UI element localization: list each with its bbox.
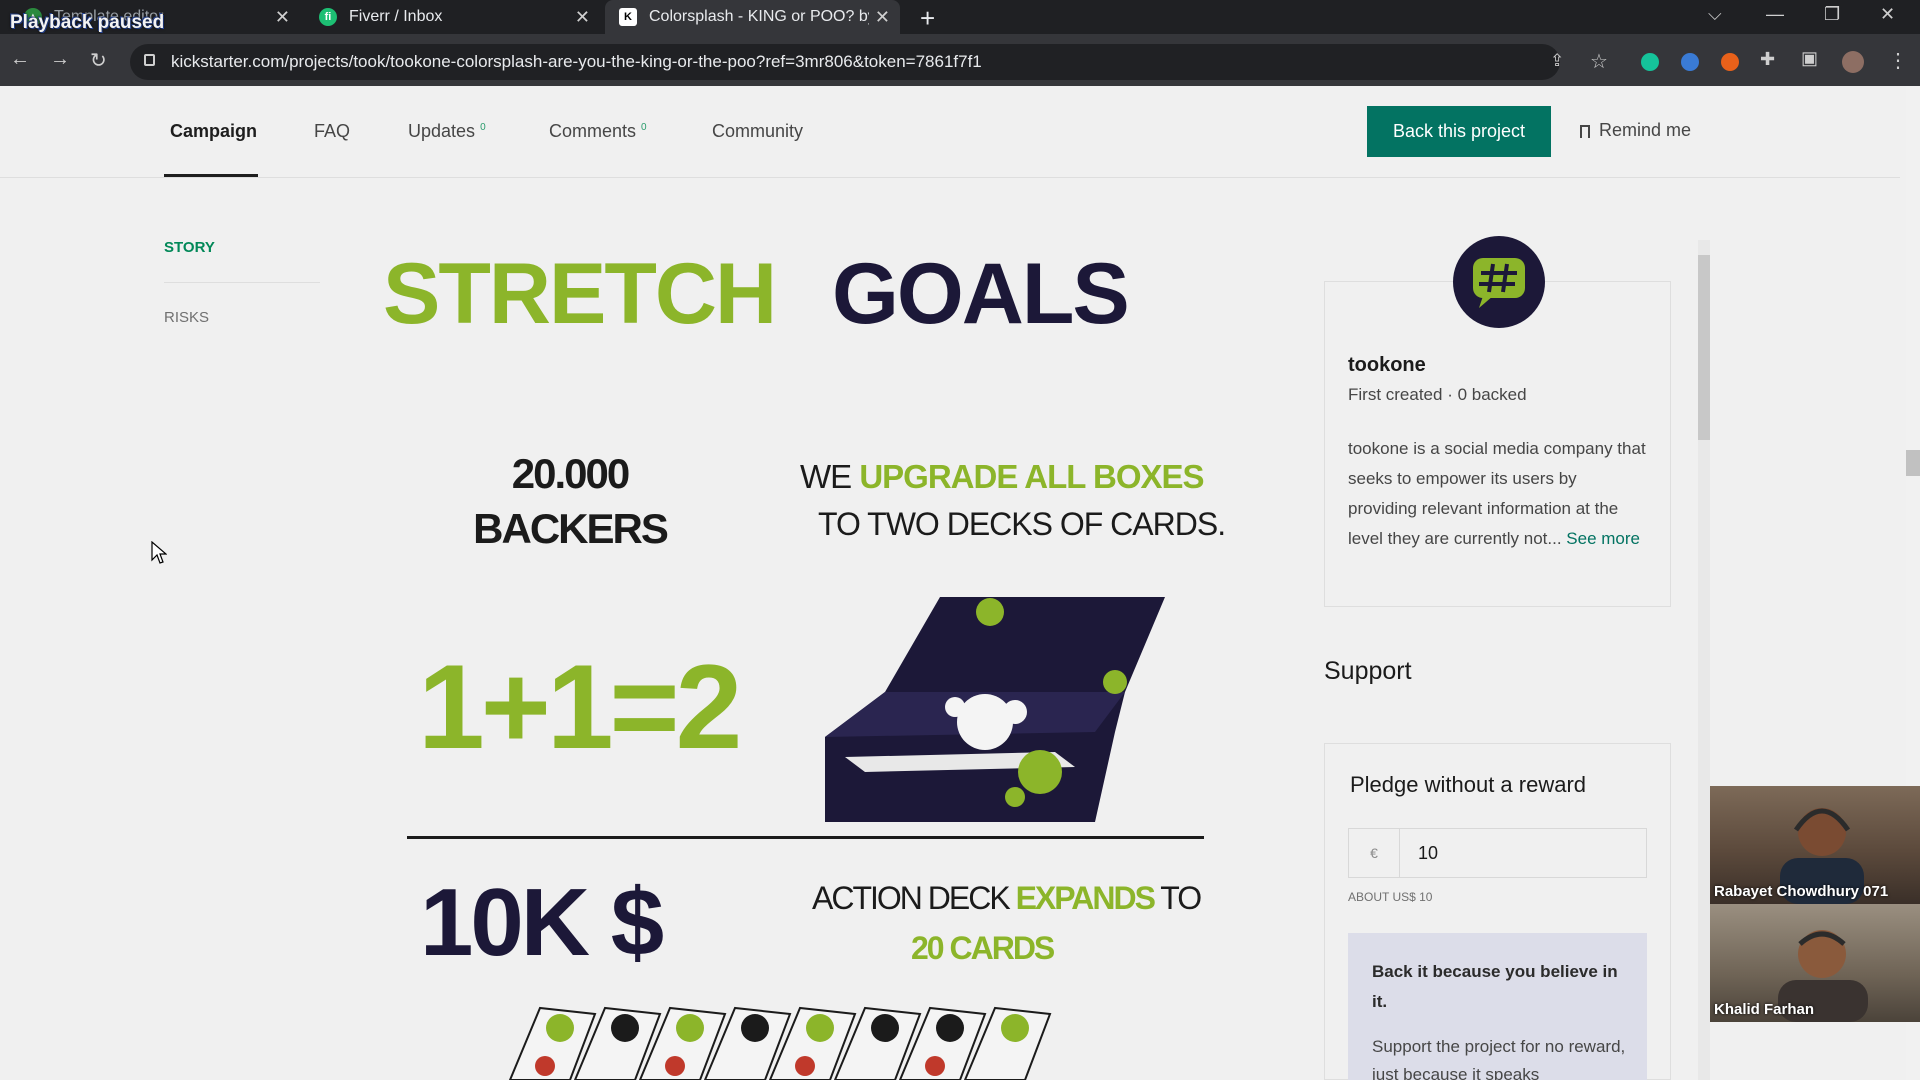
tab-fiverr-inbox[interactable]: fi Fiverr / Inbox ✕ xyxy=(305,0,600,34)
remind-me-button[interactable]: Remind me xyxy=(1580,120,1691,141)
goal2-text-highlight: EXPANDS xyxy=(1015,880,1156,916)
close-window-icon[interactable]: ✕ xyxy=(1880,4,1895,25)
support-heading: Support xyxy=(1324,657,1412,685)
goal1-unit: BACKERS xyxy=(473,505,669,552)
comments-count: 0 xyxy=(641,122,647,133)
currency-symbol: € xyxy=(1348,828,1400,878)
tab-label: Updates xyxy=(408,121,476,141)
share-icon[interactable]: ⇪ xyxy=(1550,51,1564,71)
goal2-description-line2: 20 CARDS xyxy=(911,930,1055,966)
kickstarter-favicon-icon: K xyxy=(619,8,637,26)
goal1-text-highlight: UPGRADE ALL BOXES xyxy=(859,458,1204,495)
translate-extension-icon[interactable] xyxy=(1681,53,1699,71)
extension-icon[interactable] xyxy=(1721,53,1739,71)
see-more-link[interactable]: See more xyxy=(1566,529,1640,548)
new-tab-icon[interactable]: + xyxy=(920,3,935,34)
tab-label: FAQ xyxy=(314,121,351,141)
pledge-amount-input[interactable] xyxy=(1399,828,1647,878)
tab-search-icon[interactable]: ⌵ xyxy=(1708,4,1722,25)
sidebar-divider xyxy=(164,282,320,283)
back-this-project-button[interactable]: Back this project xyxy=(1367,106,1551,157)
bookmark-star-icon[interactable]: ☆ xyxy=(1590,49,1608,74)
minimize-icon[interactable]: — xyxy=(1766,4,1784,25)
graphic-title-goals: GOALS xyxy=(832,246,1130,342)
tab-faq[interactable]: FAQ xyxy=(314,121,350,142)
goal2-text-to: TO xyxy=(1160,880,1202,916)
goal1-number: 20.000 xyxy=(511,450,630,497)
restore-icon[interactable]: ❐ xyxy=(1824,4,1840,25)
tab-title: Colorsplash - KING or POO? by t xyxy=(649,8,869,25)
creator-bio: tookone is a social media company that s… xyxy=(1348,434,1648,554)
tab-label: Campaign xyxy=(170,121,258,141)
grammarly-extension-icon[interactable] xyxy=(1641,53,1659,71)
creator-stats: First created · 0 backed xyxy=(1348,385,1527,404)
tab-community[interactable]: Community xyxy=(712,121,803,142)
goal2-text-a: ACTION DECK xyxy=(812,880,1011,916)
graphic-divider xyxy=(407,836,1204,839)
action-cards-illustration xyxy=(508,1006,1052,1080)
pledge-info-text: Support the project for no reward, just … xyxy=(1372,1037,1626,1080)
pledge-info-heading: Back it because you believe in it. xyxy=(1372,962,1618,1011)
video-tile: Khalid Farhan xyxy=(1710,904,1920,1022)
graphic-title-stretch: STRETCH xyxy=(383,246,777,342)
playback-paused-label: Playback paused xyxy=(10,12,165,33)
tab-label: Comments xyxy=(549,121,637,141)
tab-updates[interactable]: Updates 0 xyxy=(408,121,486,142)
extensions-puzzle-icon[interactable]: ✚ xyxy=(1760,49,1775,70)
close-tab-icon[interactable]: ✕ xyxy=(275,7,290,28)
back-icon[interactable]: ← xyxy=(10,48,30,71)
goal1-text-we: WE xyxy=(800,458,852,495)
creator-name[interactable]: tookone xyxy=(1348,354,1426,377)
active-tab-indicator xyxy=(164,174,258,177)
sidebar-link-story[interactable]: STORY xyxy=(164,239,215,256)
goal1-description-line1: WE UPGRADE ALL BOXES xyxy=(800,458,1205,496)
tab-label: Community xyxy=(712,121,804,141)
side-panel-icon[interactable]: ▣ xyxy=(1801,48,1818,69)
card-box-illustration xyxy=(825,597,1165,822)
forward-icon[interactable]: → xyxy=(50,48,70,71)
tab-colorsplash[interactable]: K Colorsplash - KING or POO? by t ✕ xyxy=(605,0,900,34)
converted-amount: ABOUT US$ 10 xyxy=(1348,890,1433,904)
reload-icon[interactable]: ↻ xyxy=(90,48,107,73)
goal1-description-line2: TO TWO DECKS OF CARDS. xyxy=(818,506,1226,542)
fiverr-favicon-icon: fi xyxy=(319,8,337,26)
close-tab-icon[interactable]: ✕ xyxy=(875,7,890,28)
sidebar-link-risks[interactable]: RISKS xyxy=(164,309,209,326)
equation-text: 1+1=2 xyxy=(418,640,742,774)
menu-icon[interactable]: ⋮ xyxy=(1888,48,1908,73)
creator-avatar[interactable] xyxy=(1453,236,1545,328)
tab-title: Fiverr / Inbox xyxy=(349,8,443,25)
bookmark-icon xyxy=(1580,125,1590,138)
lock-icon xyxy=(144,54,155,66)
video-tile: Rabayet Chowdhury 071 xyxy=(1710,786,1920,904)
sidebar-scrollbar-thumb[interactable] xyxy=(1698,255,1710,440)
page-scrollbar-thumb[interactable] xyxy=(1906,450,1920,476)
goal2-number: 10K $ xyxy=(420,869,664,976)
updates-count: 0 xyxy=(480,122,486,133)
tab-campaign[interactable]: Campaign xyxy=(170,121,257,142)
url-text: kickstarter.com/projects/took/tookone-co… xyxy=(171,52,982,71)
close-tab-icon[interactable]: ✕ xyxy=(575,7,590,28)
remind-label: Remind me xyxy=(1599,120,1692,140)
participant-name: Rabayet Chowdhury 071 xyxy=(1714,883,1889,900)
participant-name: Khalid Farhan xyxy=(1714,1001,1815,1018)
pledge-heading: Pledge without a reward xyxy=(1350,772,1587,797)
profile-avatar[interactable] xyxy=(1842,51,1864,73)
chat-hashtag-icon xyxy=(1473,258,1525,308)
tab-comments[interactable]: Comments 0 xyxy=(549,121,647,142)
goal2-description-line1: ACTION DECK EXPANDS TO xyxy=(812,880,1202,917)
mouse-cursor-icon xyxy=(151,541,167,564)
